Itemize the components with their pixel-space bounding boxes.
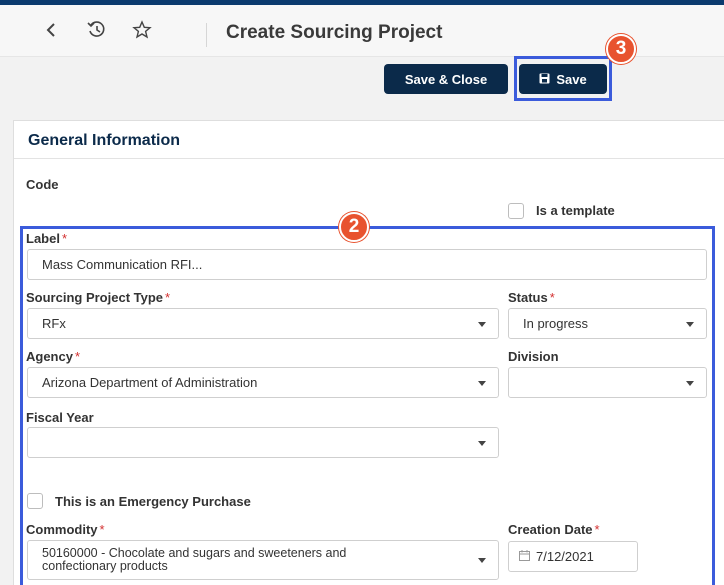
back-chevron-icon[interactable] xyxy=(40,19,62,41)
title-divider xyxy=(206,23,207,47)
section-title: General Information xyxy=(28,132,181,149)
step-badge-2: 2 xyxy=(339,212,369,242)
history-icon[interactable] xyxy=(86,19,108,41)
save-highlight-box xyxy=(514,56,612,101)
step-badge-3: 3 xyxy=(606,34,636,64)
code-label: Code xyxy=(26,177,59,192)
form-highlight-box xyxy=(20,226,715,585)
template-label: Is a template xyxy=(536,203,615,218)
save-and-close-button[interactable]: Save & Close xyxy=(384,64,508,94)
star-icon[interactable] xyxy=(131,19,153,41)
page-title: Create Sourcing Project xyxy=(226,22,443,43)
card-header: General Information xyxy=(14,121,724,159)
template-checkbox[interactable] xyxy=(508,203,524,219)
